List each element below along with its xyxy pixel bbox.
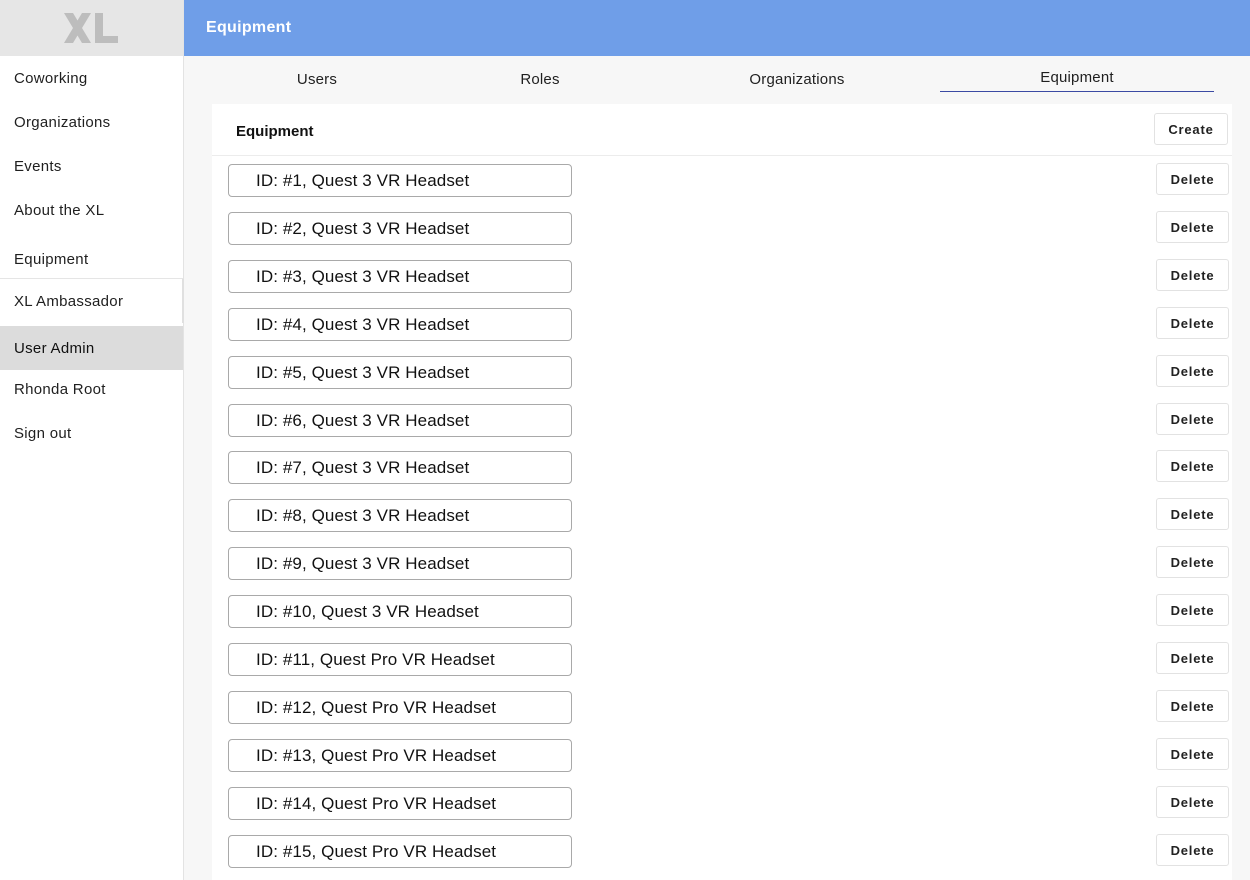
- delete-button[interactable]: Delete: [1156, 450, 1229, 482]
- page-title: Equipment: [206, 19, 292, 36]
- sidebar-item-label: Rhonda Root: [14, 380, 106, 398]
- sidebar-item-about[interactable]: About the XL: [0, 188, 183, 232]
- sidebar-item-profile[interactable]: Rhonda Root: [0, 367, 183, 411]
- tab-label: Users: [296, 70, 338, 88]
- equipment-name-field[interactable]: ID: #13, Quest Pro VR Headset: [228, 739, 572, 772]
- top-header: Equipment: [184, 0, 1250, 56]
- sidebar-item-equipment[interactable]: Equipment: [0, 237, 183, 281]
- delete-button[interactable]: Delete: [1156, 259, 1229, 291]
- table-row: ID: #8, Quest 3 VR Headset Delete: [212, 498, 1232, 539]
- delete-button[interactable]: Delete: [1156, 163, 1229, 195]
- sidebar-item-user-admin[interactable]: User Admin: [0, 326, 183, 370]
- sidebar-item-label: Events: [14, 157, 62, 175]
- tab-organizations[interactable]: Organizations: [662, 64, 932, 94]
- equipment-name-field[interactable]: ID: #12, Quest Pro VR Headset: [228, 691, 572, 724]
- sidebar-item-xl-ambassador[interactable]: XL Ambassador: [0, 279, 182, 323]
- table-row: ID: #3, Quest 3 VR Headset Delete: [212, 259, 1232, 300]
- tab-users[interactable]: Users: [212, 64, 422, 94]
- table-row: ID: #11, Quest Pro VR Headset Delete: [212, 642, 1232, 683]
- delete-button[interactable]: Delete: [1156, 642, 1229, 674]
- delete-button[interactable]: Delete: [1156, 690, 1229, 722]
- tab-label: Roles: [520, 70, 560, 88]
- delete-button[interactable]: Delete: [1156, 834, 1229, 866]
- delete-button[interactable]: Delete: [1156, 355, 1229, 387]
- equipment-card: Equipment Create ID: #1, Quest 3 VR Head…: [212, 104, 1232, 880]
- sidebar-item-label: User Admin: [14, 339, 95, 357]
- logo[interactable]: [0, 0, 183, 56]
- tab-label: Equipment: [1040, 69, 1114, 86]
- equipment-name-field[interactable]: ID: #1, Quest 3 VR Headset: [228, 164, 572, 197]
- sidebar-item-label: Organizations: [14, 113, 111, 131]
- equipment-name-field[interactable]: ID: #6, Quest 3 VR Headset: [228, 404, 572, 437]
- delete-button[interactable]: Delete: [1156, 403, 1229, 435]
- table-row: ID: #12, Quest Pro VR Headset Delete: [212, 690, 1232, 731]
- equipment-name-field[interactable]: ID: #5, Quest 3 VR Headset: [228, 356, 572, 389]
- table-row: ID: #2, Quest 3 VR Headset Delete: [212, 211, 1232, 252]
- xl-logo-icon: [63, 13, 118, 43]
- sidebar-item-label: Equipment: [14, 250, 89, 268]
- equipment-name-field[interactable]: ID: #9, Quest 3 VR Headset: [228, 547, 572, 580]
- tab-equipment[interactable]: Equipment: [940, 64, 1214, 92]
- tab-label: Organizations: [749, 70, 845, 88]
- table-row: ID: #10, Quest 3 VR Headset Delete: [212, 594, 1232, 635]
- table-row: ID: #5, Quest 3 VR Headset Delete: [212, 355, 1232, 396]
- create-button[interactable]: Create: [1154, 113, 1228, 145]
- sidebar-item-label: Sign out: [14, 424, 72, 442]
- sidebar-item-sign-out[interactable]: Sign out: [0, 411, 183, 455]
- delete-button[interactable]: Delete: [1156, 738, 1229, 770]
- sidebar-item-label: Coworking: [14, 69, 88, 87]
- equipment-name-field[interactable]: ID: #10, Quest 3 VR Headset: [228, 595, 572, 628]
- delete-button[interactable]: Delete: [1156, 307, 1229, 339]
- tab-roles[interactable]: Roles: [434, 64, 646, 94]
- delete-button[interactable]: Delete: [1156, 594, 1229, 626]
- equipment-name-field[interactable]: ID: #3, Quest 3 VR Headset: [228, 260, 572, 293]
- card-header: Equipment Create: [212, 104, 1232, 156]
- sidebar-item-label: XL Ambassador: [14, 292, 124, 310]
- sidebar: Coworking Organizations Events About the…: [0, 0, 184, 880]
- main-content: Users Roles Organizations Equipment Equi…: [184, 56, 1250, 880]
- equipment-name-field[interactable]: ID: #8, Quest 3 VR Headset: [228, 499, 572, 532]
- delete-button[interactable]: Delete: [1156, 498, 1229, 530]
- table-row: ID: #9, Quest 3 VR Headset Delete: [212, 546, 1232, 587]
- table-row: ID: #1, Quest 3 VR Headset Delete: [212, 163, 1232, 204]
- delete-button[interactable]: Delete: [1156, 786, 1229, 818]
- delete-button[interactable]: Delete: [1156, 546, 1229, 578]
- equipment-name-field[interactable]: ID: #15, Quest Pro VR Headset: [228, 835, 572, 868]
- app-root: Coworking Organizations Events About the…: [0, 0, 1250, 880]
- table-row: ID: #6, Quest 3 VR Headset Delete: [212, 403, 1232, 444]
- sidebar-item-events[interactable]: Events: [0, 144, 183, 188]
- equipment-name-field[interactable]: ID: #2, Quest 3 VR Headset: [228, 212, 572, 245]
- card-title: Equipment: [236, 123, 314, 140]
- table-row: ID: #7, Quest 3 VR Headset Delete: [212, 450, 1232, 491]
- table-row: ID: #15, Quest Pro VR Headset Delete: [212, 834, 1232, 875]
- table-row: ID: #14, Quest Pro VR Headset Delete: [212, 786, 1232, 827]
- sidebar-item-coworking[interactable]: Coworking: [0, 56, 183, 100]
- equipment-name-field[interactable]: ID: #4, Quest 3 VR Headset: [228, 308, 572, 341]
- table-row: ID: #13, Quest Pro VR Headset Delete: [212, 738, 1232, 779]
- sidebar-item-organizations[interactable]: Organizations: [0, 100, 183, 144]
- delete-button[interactable]: Delete: [1156, 211, 1229, 243]
- equipment-name-field[interactable]: ID: #14, Quest Pro VR Headset: [228, 787, 572, 820]
- equipment-name-field[interactable]: ID: #11, Quest Pro VR Headset: [228, 643, 572, 676]
- sidebar-item-label: About the XL: [14, 201, 105, 219]
- table-row: ID: #4, Quest 3 VR Headset Delete: [212, 307, 1232, 348]
- equipment-name-field[interactable]: ID: #7, Quest 3 VR Headset: [228, 451, 572, 484]
